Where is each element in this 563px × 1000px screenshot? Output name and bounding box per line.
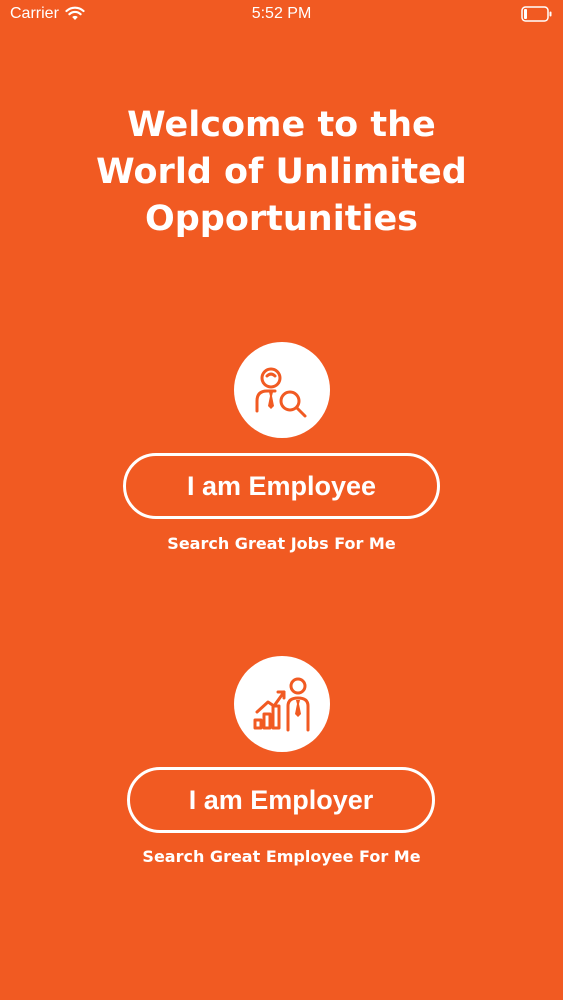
employer-subtitle: Search Great Employee For Me — [142, 847, 421, 866]
employee-icon-badge — [234, 342, 330, 438]
welcome-heading: Welcome to the World of Unlimited Opport… — [0, 102, 563, 243]
employee-button[interactable]: I am Employee — [123, 453, 440, 519]
employee-button-label: I am Employee — [186, 470, 377, 501]
job-search-person-icon — [255, 367, 307, 418]
employer-button-label: I am Employer — [188, 784, 374, 815]
status-time: 5:52 PM — [251, 5, 312, 22]
welcome-line-1: Welcome to the — [127, 105, 436, 145]
employee-subtitle: Search Great Jobs For Me — [167, 534, 396, 553]
welcome-line-3: Opportunities — [144, 199, 419, 239]
employer-icon-badge — [234, 656, 330, 752]
status-bar: Carrier 5:52 PM — [0, 0, 563, 30]
battery-icon — [521, 6, 553, 27]
employer-button[interactable]: I am Employer — [127, 767, 435, 833]
growth-chart-person-icon — [253, 677, 310, 732]
welcome-line-2: World of Unlimited — [96, 152, 467, 192]
